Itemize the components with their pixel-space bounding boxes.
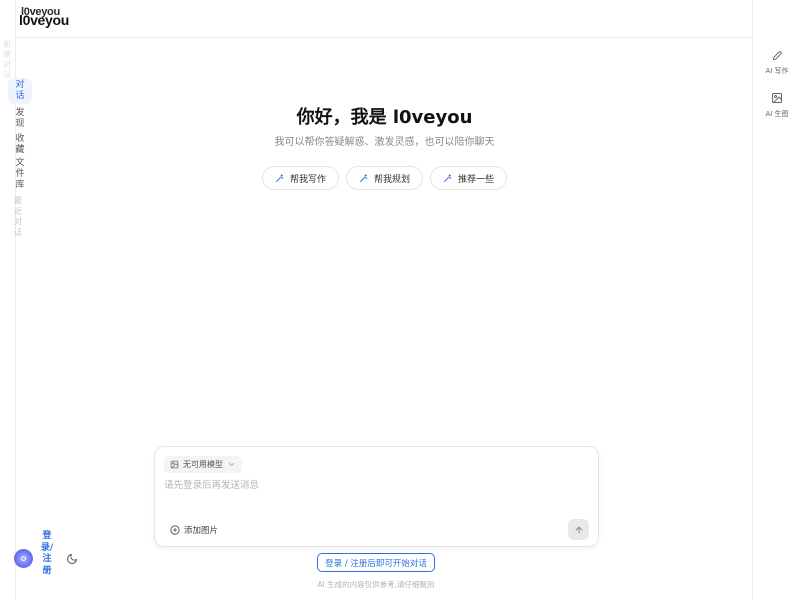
suggestion-chip-label: 帮我写作	[289, 174, 326, 185]
model-icon	[170, 460, 179, 469]
moon-icon[interactable]	[66, 553, 78, 565]
avatar[interactable]	[14, 549, 33, 568]
model-select-label: 无可用模型	[183, 460, 223, 469]
suggestion-chips: 帮我写作 帮我规划 推荐一些	[16, 166, 753, 190]
suggestion-chip-planning[interactable]: 帮我规划	[345, 166, 423, 190]
add-image-button[interactable]: 添加图片	[170, 524, 218, 536]
model-select[interactable]: 无可用模型	[164, 456, 242, 473]
suggestion-chip-label: 推荐一些	[458, 174, 495, 185]
suggestion-chip-label: 帮我规划	[373, 174, 410, 185]
header-divider	[16, 37, 753, 38]
recent-chats-heading: 最近对话	[14, 196, 22, 237]
pen-icon	[772, 50, 782, 61]
app-logo[interactable]: l0veyou l0veyou	[19, 6, 69, 28]
suggestion-chip-writing[interactable]: 帮我写作	[261, 166, 339, 190]
rail-item-ai-writing[interactable]: AI 写作	[753, 50, 800, 76]
message-input[interactable]	[164, 477, 584, 493]
sidebar-login-link[interactable]: 登录/注册	[40, 531, 54, 577]
magic-wand-icon	[360, 173, 368, 182]
new-chat-button[interactable]: 新建对话	[3, 40, 13, 80]
rail-item-label: AI 生图	[765, 110, 789, 118]
magic-wand-icon	[444, 173, 452, 182]
app-logo-overlay: l0veyou	[21, 6, 60, 18]
send-button[interactable]	[568, 519, 589, 540]
chevron-down-icon	[228, 463, 235, 467]
rail-item-ai-image[interactable]: AI 生图	[753, 92, 800, 119]
right-tool-rail: AI 写作 AI 生图	[752, 0, 800, 600]
arrow-up-icon	[575, 526, 582, 533]
image-icon	[772, 93, 782, 103]
sidebar-item-chat[interactable]: 对话	[8, 78, 32, 104]
ai-disclaimer: AI 生成的内容仅供参考,请仔细甄别	[317, 580, 435, 589]
message-composer: 无可用模型 添加图片	[154, 446, 599, 547]
sidebar-item-label: 对话	[15, 80, 25, 101]
add-image-label: 添加图片	[184, 526, 219, 536]
page-title: 你好，我是 l0veyou	[296, 107, 473, 128]
plus-circle-icon	[170, 525, 180, 535]
login-register-button[interactable]: 登录 / 注册后即可开始对话	[317, 553, 435, 572]
rail-item-label: AI 写作	[765, 67, 789, 75]
page-subtitle: 我可以帮你答疑解惑、激发灵感，也可以陪你聊天	[274, 137, 495, 148]
avatar-dot-icon	[21, 556, 26, 561]
suggestion-chip-recommend[interactable]: 推荐一些	[430, 166, 508, 190]
magic-wand-icon	[276, 173, 284, 182]
